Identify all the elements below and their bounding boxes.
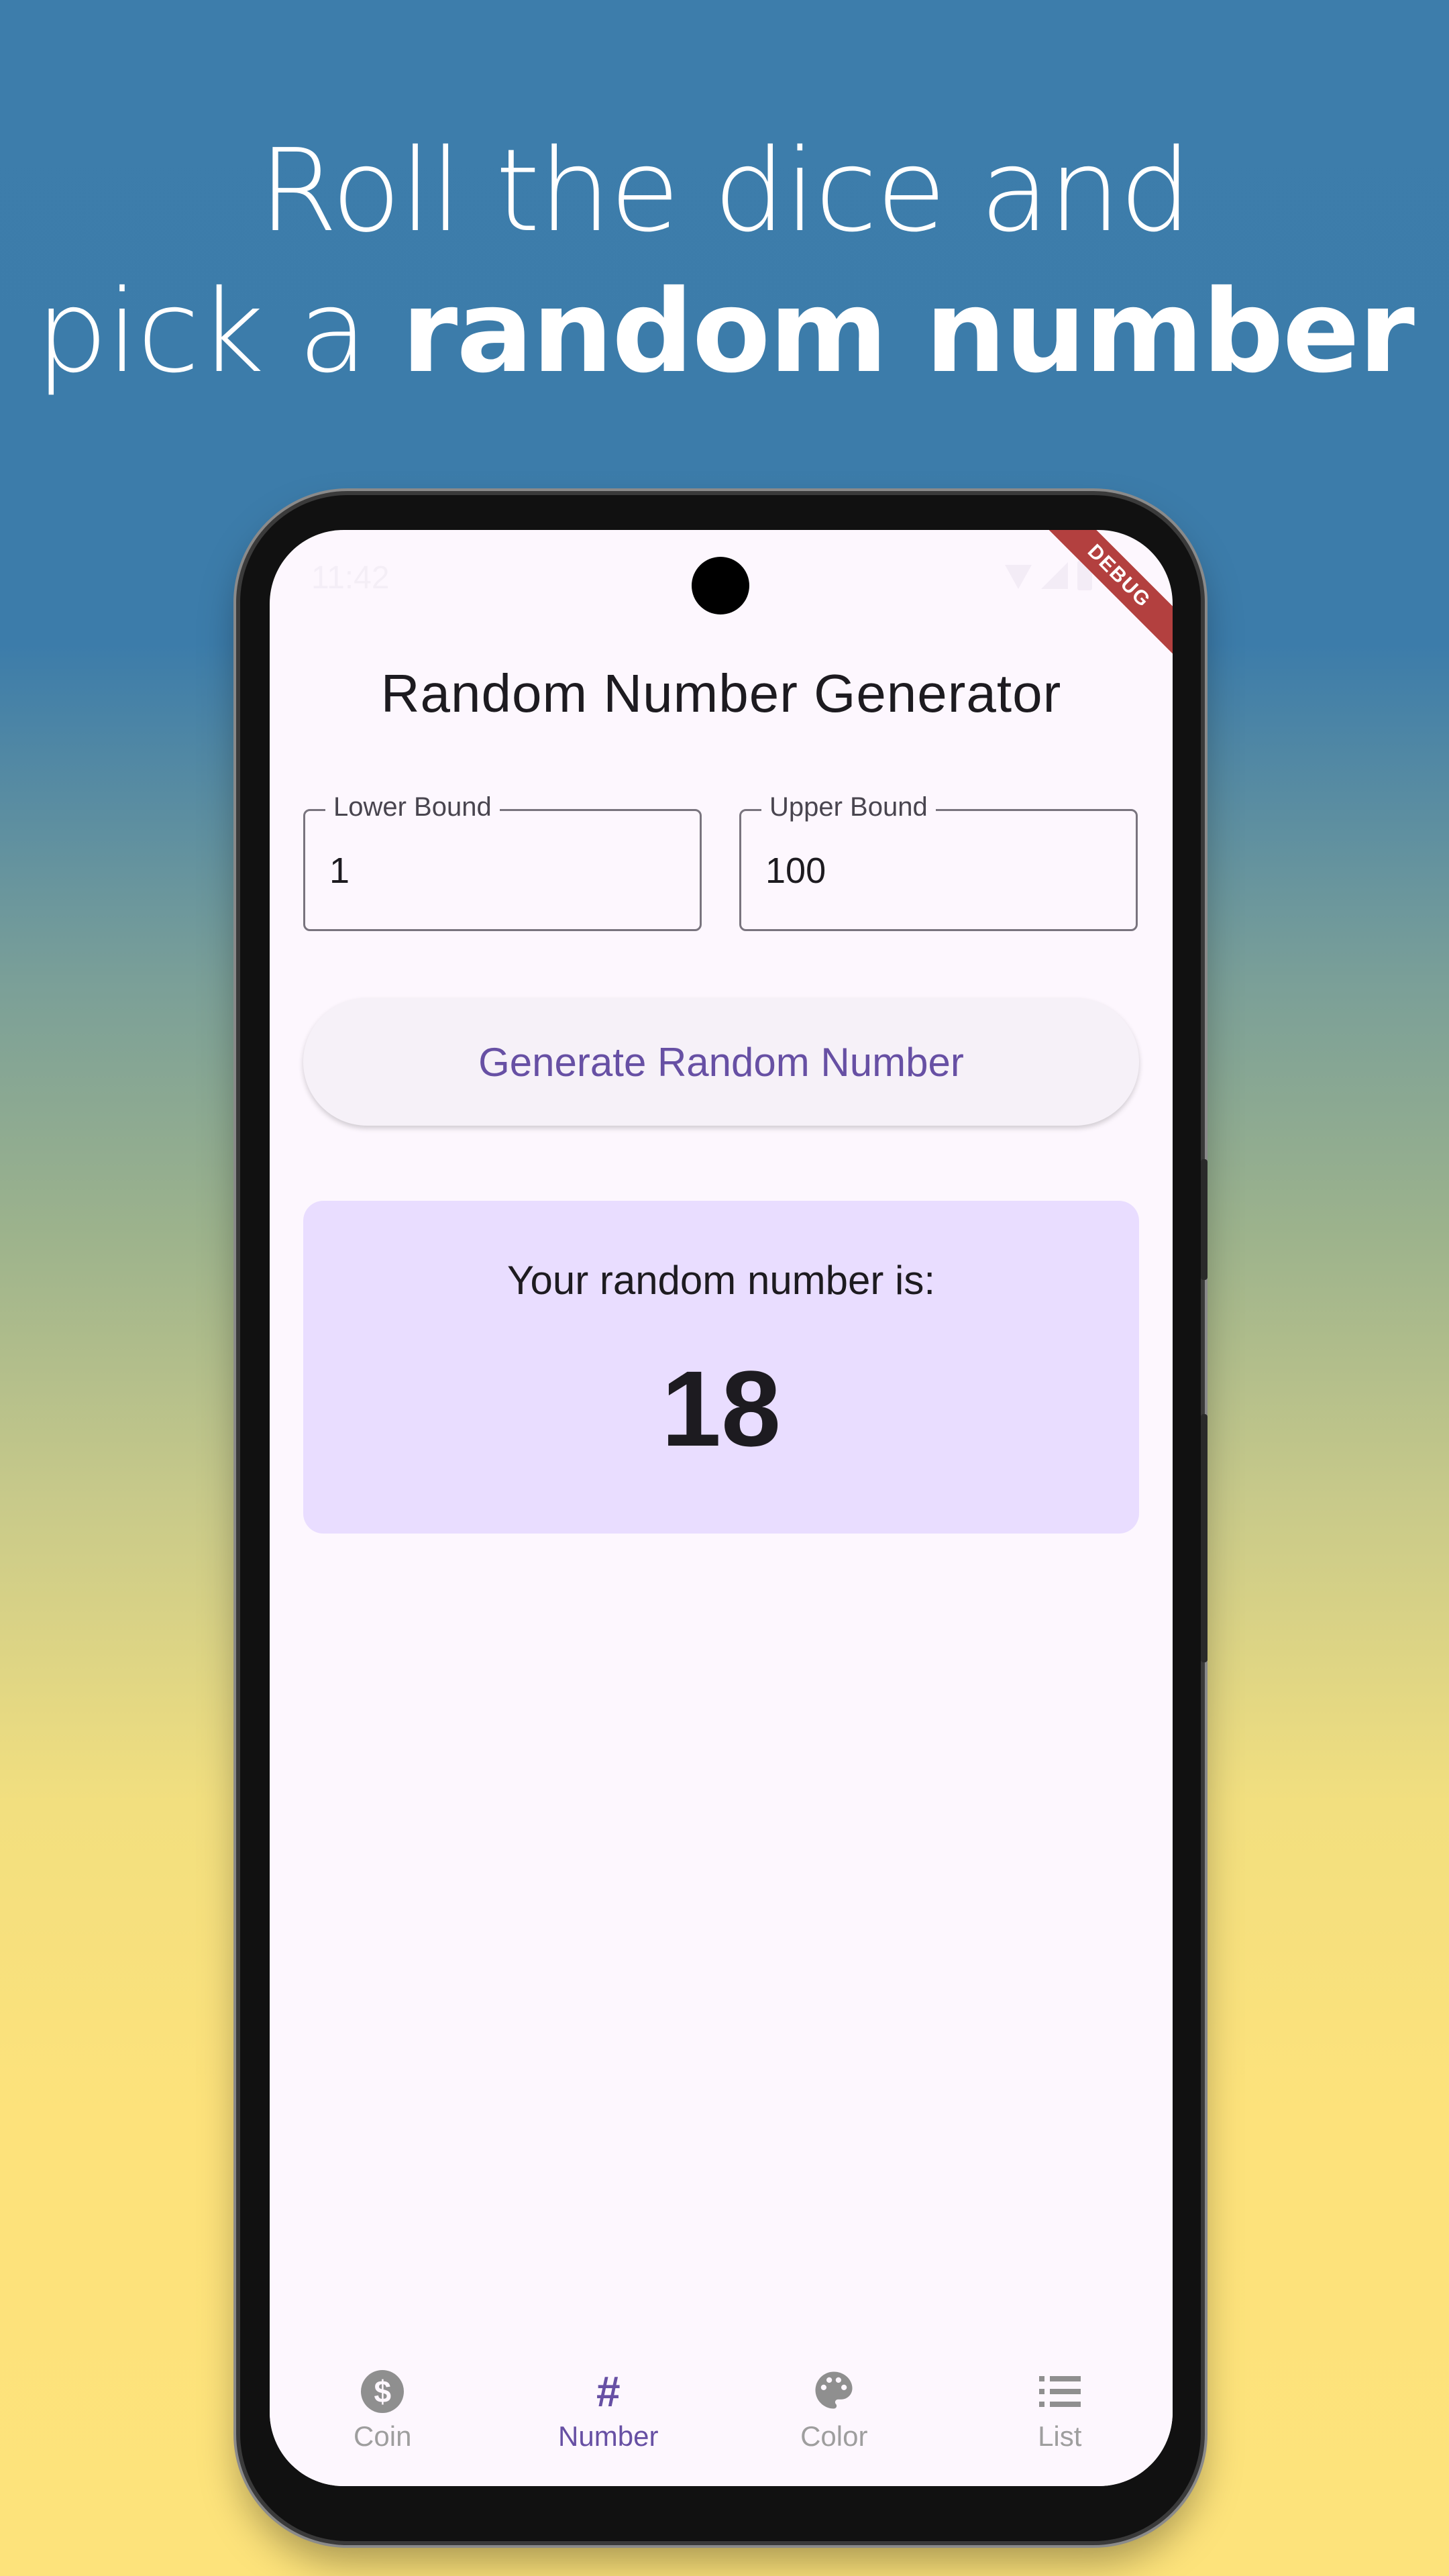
wifi-icon [1005,565,1032,589]
nav-item-number[interactable]: # Number [496,2341,722,2486]
page-title: Random Number Generator [380,663,1062,723]
camera-cutout [692,557,749,614]
result-value: 18 [661,1348,781,1468]
result-caption: Your random number is: [506,1258,936,1303]
promo-headline: Roll the dice and pick a random number [0,121,1449,402]
signal-icon [1041,562,1068,589]
lower-bound-field[interactable]: Lower Bound 1 [303,792,702,931]
power-button [1201,1414,1208,1662]
upper-bound-label: Upper Bound [761,792,936,822]
nav-label-number: Number [558,2420,659,2452]
lower-bound-input[interactable]: 1 [329,850,350,892]
status-time: 11:42 [311,560,390,596]
nav-item-list[interactable]: List [947,2341,1173,2486]
headline-emphasis: random number [401,266,1414,398]
debug-ribbon: DEBUG [1036,530,1173,659]
nav-item-coin[interactable]: $ Coin [270,2341,496,2486]
headline-line-1: Roll the dice and [258,125,1191,258]
nav-item-color[interactable]: Color [721,2341,947,2486]
nav-label-coin: Coin [354,2420,412,2452]
volume-button [1201,1159,1208,1280]
palette-icon [812,2368,856,2415]
list-icon [1038,2368,1081,2415]
upper-bound-input[interactable]: 100 [765,850,826,892]
headline-line-2: pick a random number [0,262,1449,402]
nav-label-list: List [1038,2420,1082,2452]
lower-bound-label: Lower Bound [325,792,500,822]
hash-icon: # [596,2367,621,2416]
generate-button[interactable]: Generate Random Number [303,998,1139,1126]
upper-bound-field[interactable]: Upper Bound 100 [739,792,1138,931]
bottom-navigation: $ Coin # Number Color List [270,2341,1173,2486]
result-card: Your random number is: 18 [303,1201,1139,1534]
dollar-coin-icon: $ [361,2368,405,2415]
nav-label-color: Color [800,2420,868,2452]
phone-frame: 11:42 DEBUG Random Number Generator Lowe… [240,495,1208,2541]
headline-prefix: pick a [36,266,402,398]
phone-screen: 11:42 DEBUG Random Number Generator Lowe… [270,530,1173,2486]
